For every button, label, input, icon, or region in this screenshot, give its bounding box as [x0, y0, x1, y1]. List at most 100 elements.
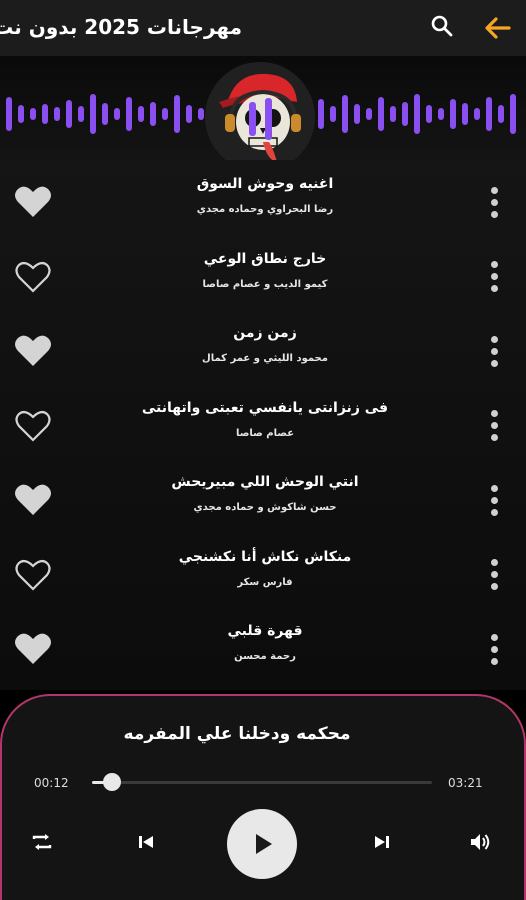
song-title: زمن زمن: [233, 325, 297, 341]
song-row[interactable]: منكاش نكاش أنا نكشنجي فارس سكر: [0, 541, 526, 615]
visualizer-bar: [378, 97, 384, 131]
song-row[interactable]: زمن زمن محمود الليثي و عمر كمال: [0, 317, 526, 391]
visualizer-bar: [510, 94, 516, 134]
visualizer-bar: [366, 108, 372, 120]
heart-filled-icon: [15, 335, 51, 366]
more-vert-icon: [490, 335, 498, 343]
favorite-button[interactable]: [12, 406, 54, 446]
visualizer-bar: [30, 108, 36, 120]
more-vert-icon: [490, 559, 498, 566]
song-row[interactable]: خارج نطاق الوعي كيمو الديب و عصام صاصا: [0, 243, 526, 317]
visualizer-bar: [462, 103, 468, 125]
visualizer-bar: [318, 99, 324, 129]
song-artist: رحمة محسن: [234, 651, 296, 662]
now-playing-title: محكمه ودخلنا علي المفرمه: [123, 724, 351, 744]
play-icon: [256, 834, 272, 854]
visualizer-bar: [114, 108, 120, 120]
arrow-left-icon: [485, 17, 511, 39]
more-vert-icon: [490, 186, 498, 194]
seek-bar[interactable]: [92, 773, 432, 791]
more-options-button[interactable]: [482, 329, 506, 373]
more-options-button[interactable]: [482, 180, 506, 224]
volume-button[interactable]: [464, 826, 496, 858]
repeat-button[interactable]: [26, 826, 58, 858]
repeat-icon: [32, 834, 52, 850]
heart-filled-icon: [15, 484, 51, 515]
visualizer-bar: [162, 108, 168, 120]
heart-filled-icon: [15, 186, 51, 217]
visualizer-bar: [18, 105, 24, 123]
heart-outline-icon: [15, 261, 51, 293]
favorite-button[interactable]: [12, 331, 54, 371]
top-app-bar: مهرجانات 2025 بدون نت: [0, 0, 526, 56]
visualizer-bar: [6, 97, 12, 131]
song-row[interactable]: فى زنزانتى يانفسي تعبتى واتهانتى عصام صاص…: [0, 392, 526, 466]
visualizer-bar: [330, 106, 336, 122]
more-vert-icon: [490, 261, 498, 268]
visualizer-bar: [426, 105, 432, 123]
play-button[interactable]: [227, 809, 297, 879]
current-time: 00:12: [34, 776, 69, 790]
back-button[interactable]: [478, 10, 518, 46]
song-row[interactable]: قهرة قلبي رحمة محسن: [0, 615, 526, 689]
visualizer-bar: [402, 102, 408, 126]
visualizer-bar: [78, 106, 84, 122]
favorite-button[interactable]: [12, 480, 54, 520]
visualizer-bar: [390, 106, 396, 122]
favorite-button[interactable]: [12, 555, 54, 595]
song-artist: عصام صاصا: [235, 427, 295, 439]
visualizer-bar: [438, 108, 444, 120]
song-list: اغنيه وحوش السوق رضا البحراوي وحماده مجدي…: [0, 160, 526, 690]
visualizer-bar: [174, 95, 180, 133]
visualizer-bar: [90, 94, 96, 134]
visualizer-bar: [450, 99, 456, 129]
mini-player: محكمه ودخلنا علي المفرمه 00:12 03:21: [0, 694, 526, 900]
song-row[interactable]: انتي الوحش اللي مبيريحش حسن شاكوش و حماده…: [0, 466, 526, 540]
previous-button[interactable]: [130, 826, 162, 858]
visualizer-bar: [186, 105, 192, 123]
song-artist: رضا البحراوي وحماده مجدي: [196, 204, 334, 215]
visualizer-bar: [498, 105, 504, 123]
favorite-button[interactable]: [12, 629, 54, 669]
visualizer-bar: [342, 95, 348, 133]
skip-previous-icon: [139, 836, 153, 848]
song-title: منكاش نكاش أنا نكشنجي: [178, 548, 352, 565]
visualizer-bar: [150, 102, 156, 126]
search-icon: [431, 15, 453, 37]
visualizer-bar: [474, 108, 480, 120]
visualizer-bar: [66, 100, 72, 128]
seek-bar-thumb[interactable]: [103, 773, 122, 791]
app-title: مهرجانات 2025 بدون نت: [0, 15, 242, 39]
visualizer-bar: [354, 104, 360, 124]
more-options-button[interactable]: [482, 627, 506, 671]
favorite-button[interactable]: [12, 257, 54, 297]
favorite-button[interactable]: [12, 182, 54, 222]
song-title: فى زنزانتى يانفسي تعبتى واتهانتى: [141, 399, 389, 416]
album-art: [205, 62, 315, 172]
more-options-button[interactable]: [482, 478, 506, 522]
heart-outline-icon: [15, 559, 51, 591]
more-options-button[interactable]: [482, 404, 506, 448]
song-artist: حسن شاكوش و حماده مجدي: [193, 502, 337, 513]
song-title: انتي الوحش اللي مبيريحش: [171, 474, 359, 490]
more-vert-icon: [490, 633, 498, 641]
more-options-button[interactable]: [482, 255, 506, 299]
visualizer-bar: [126, 97, 132, 131]
search-button[interactable]: [422, 8, 462, 44]
visualizer-bar: [42, 104, 48, 124]
heart-filled-icon: [15, 633, 51, 664]
volume-icon: [471, 834, 490, 850]
visualizer-bar: [198, 108, 204, 120]
next-button[interactable]: [366, 826, 398, 858]
song-title: خارج نطاق الوعي: [203, 250, 327, 267]
total-time: 03:21: [448, 776, 483, 790]
more-options-button[interactable]: [482, 553, 506, 597]
visualizer-bar: [54, 107, 60, 121]
visualizer-bar: [486, 97, 492, 131]
visualizer-bar: [138, 106, 144, 122]
song-artist: فارس سكر: [237, 576, 293, 588]
visualizer-bar: [102, 103, 108, 125]
song-row[interactable]: اغنيه وحوش السوق رضا البحراوي وحماده مجدي: [0, 168, 526, 242]
song-title: اغنيه وحوش السوق: [196, 176, 334, 192]
more-vert-icon: [490, 484, 498, 492]
